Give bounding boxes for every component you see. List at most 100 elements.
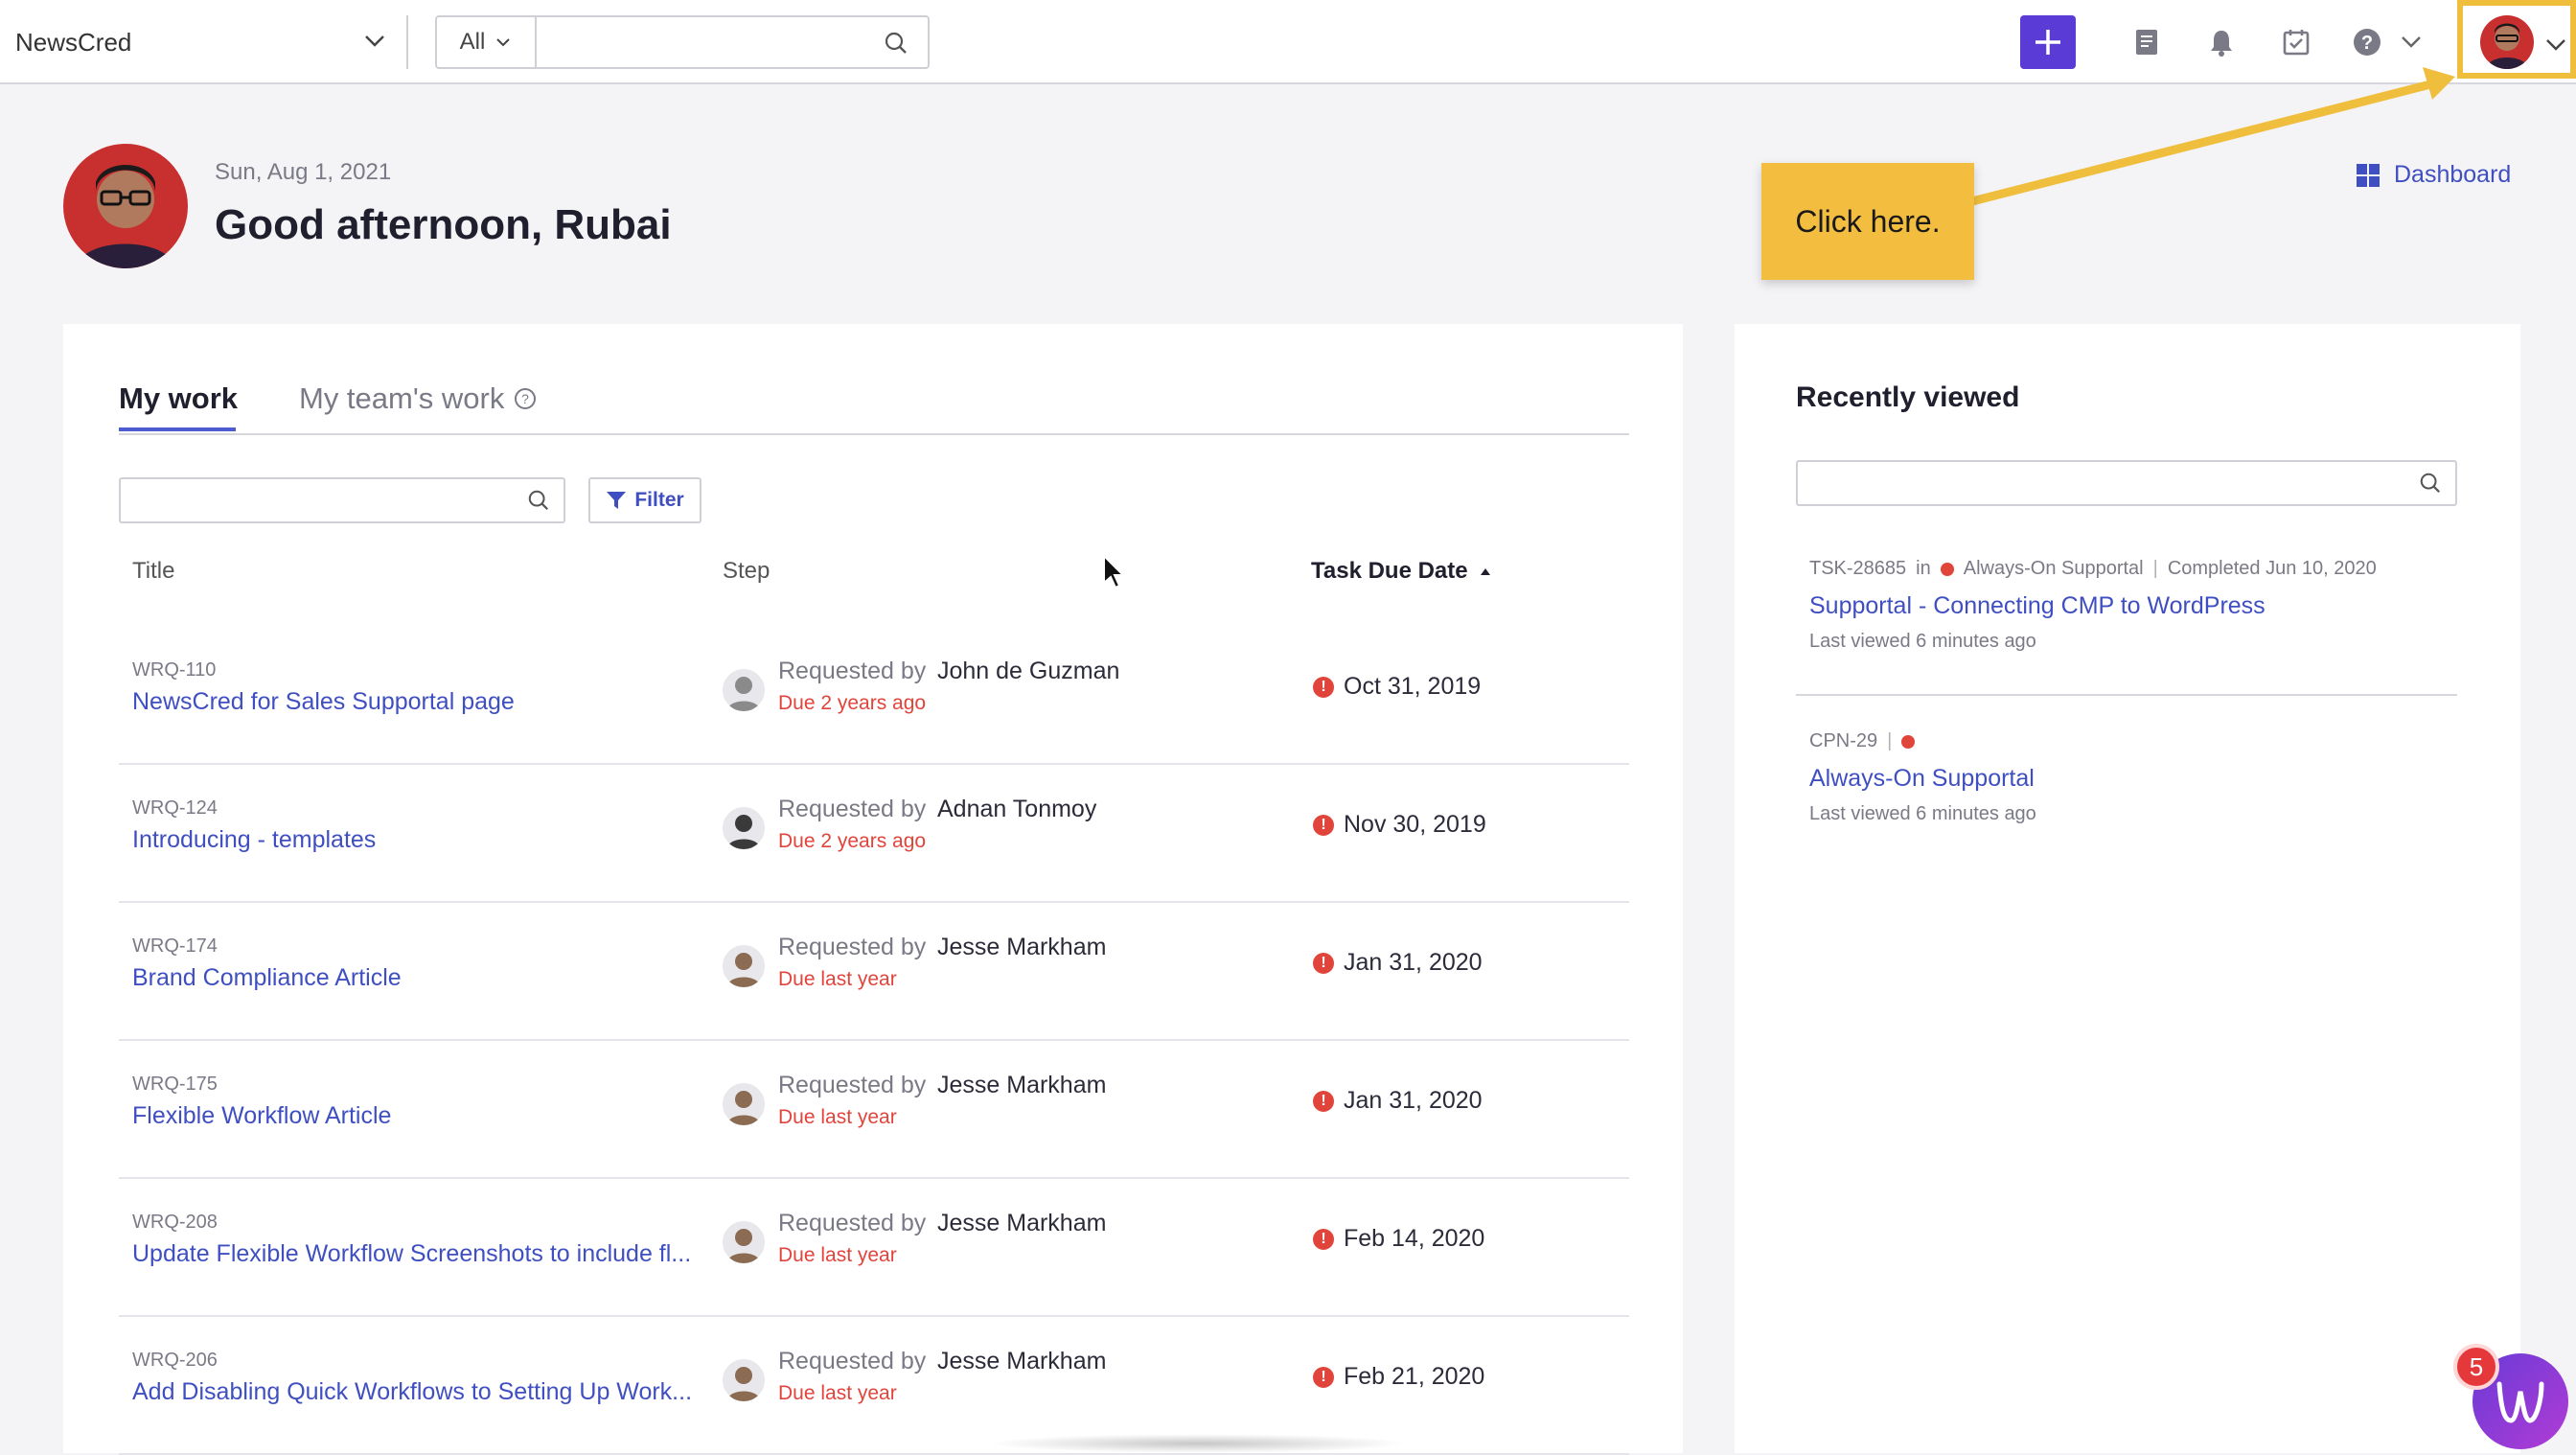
create-new-button[interactable] (2020, 15, 2076, 69)
search-scope-dropdown[interactable]: All (437, 17, 537, 67)
calendar-check-icon[interactable] (2277, 23, 2315, 61)
row-overdue-status: Due last year (778, 1106, 897, 1128)
bell-icon[interactable] (2202, 23, 2241, 61)
table-row[interactable]: WRQ-124 Introducing - templates Requested … (119, 765, 1629, 903)
column-header-title[interactable]: Title (132, 558, 174, 585)
column-header-due-date[interactable]: Task Due Date (1311, 558, 1491, 585)
chevron-down-icon (496, 38, 511, 47)
row-title-link[interactable]: Introducing - templates (132, 826, 376, 854)
tab-my-teams-work[interactable]: My team's work ? (299, 381, 537, 416)
recent-item-last-viewed: Last viewed 6 minutes ago (1809, 631, 2036, 652)
sort-ascending-icon (1480, 568, 1490, 575)
callout-text: Click here. (1795, 203, 1941, 239)
column-header-label: Task Due Date (1311, 558, 1468, 584)
divider (119, 433, 1629, 435)
avatar (723, 807, 765, 849)
current-date: Sun, Aug 1, 2021 (215, 159, 392, 185)
work-search-input[interactable] (121, 479, 516, 520)
avatar (723, 1083, 765, 1125)
recent-item-title-link[interactable]: Always-On Supportal (1809, 765, 2035, 793)
alert-icon: ! (1313, 953, 1334, 974)
row-id: WRQ-175 (132, 1074, 218, 1095)
dashboard-link[interactable]: Dashboard (2356, 161, 2511, 189)
row-due-date: Feb 14, 2020 (1344, 1225, 1485, 1252)
alert-icon: ! (1313, 1367, 1334, 1388)
divider (406, 15, 408, 69)
status-dot (1901, 734, 1916, 749)
row-requested-by-label: Requested by (778, 796, 927, 822)
notification-badge: 5 (2453, 1344, 2499, 1390)
row-requester-name: Jesse Markham (937, 1348, 1107, 1374)
user-menu-button[interactable] (2457, 0, 2576, 79)
row-requester-name: Adnan Tonmoy (937, 796, 1097, 822)
row-requested-by-label: Requested by (778, 658, 927, 684)
organization-selector[interactable]: NewsCred (15, 0, 395, 84)
recent-item-title-link[interactable]: Supportal - Connecting CMP to WordPress (1809, 592, 2266, 620)
search-icon[interactable] (2419, 472, 2442, 499)
chevron-down-icon (362, 29, 387, 58)
tab-my-work[interactable]: My work (119, 381, 238, 416)
global-search-input[interactable] (537, 17, 838, 69)
assistant-widget[interactable]: 5 (2453, 1344, 2568, 1451)
row-requested-by-label: Requested by (778, 934, 927, 960)
row-due-date: Feb 21, 2020 (1344, 1363, 1485, 1390)
svg-text:?: ? (521, 391, 529, 406)
row-title-link[interactable]: Flexible Workflow Article (132, 1102, 391, 1130)
recent-item-completed: Completed Jun 10, 2020 (2167, 558, 2377, 579)
row-title-link[interactable]: Add Disabling Quick Workflows to Setting… (132, 1378, 692, 1406)
grid-icon (2357, 163, 2380, 187)
section-title: Recently viewed (1796, 381, 2020, 413)
chevron-down-icon (2543, 33, 2568, 62)
row-title-link[interactable]: NewsCred for Sales Supportal page (132, 688, 515, 716)
help-icon[interactable]: ? (2348, 23, 2386, 61)
help-menu-chevron-icon[interactable] (2392, 23, 2430, 61)
row-title-link[interactable]: Brand Compliance Article (132, 964, 402, 992)
separator: | (2152, 558, 2158, 579)
filter-button[interactable]: Filter (588, 477, 702, 523)
plus-icon (2036, 30, 2060, 55)
row-due-date: Jan 31, 2020 (1344, 949, 1483, 976)
table-row[interactable]: WRQ-175 Flexible Workflow Article Requeste… (119, 1041, 1629, 1179)
recent-item-id: CPN-29 (1809, 730, 1878, 751)
row-id: WRQ-124 (132, 797, 218, 819)
tooltip-callout: Click here. (1761, 163, 1974, 280)
table-row[interactable]: WRQ-208 Update Flexible Workflow Screensh… (119, 1179, 1629, 1317)
row-due-date: Nov 30, 2019 (1344, 811, 1486, 838)
separator: | (1887, 730, 1893, 751)
alert-icon: ! (1313, 1229, 1334, 1250)
recent-item-meta: TSK-28685 in Always-On Supportal | Compl… (1809, 558, 2377, 580)
recent-item-in: in (1916, 558, 1931, 579)
table-row[interactable]: WRQ-174 Brand Compliance Article Requested… (119, 903, 1629, 1041)
row-overdue-status: Due last year (778, 1382, 897, 1404)
avatar (723, 1359, 765, 1401)
avatar (2480, 15, 2534, 69)
column-header-step[interactable]: Step (723, 558, 770, 585)
recent-item-project: Always-On Supportal (1963, 558, 2144, 579)
row-id: WRQ-110 (132, 659, 217, 681)
recent-search-input[interactable] (1798, 462, 2404, 502)
dashboard-label: Dashboard (2394, 161, 2512, 188)
svg-text:?: ? (2361, 33, 2373, 54)
page-title: Good afternoon, Rubai (215, 201, 672, 248)
my-work-panel: My work My team's work ? Filter Title St… (63, 324, 1683, 1455)
row-overdue-status: Due 2 years ago (778, 830, 927, 852)
search-icon[interactable] (527, 489, 550, 517)
top-bar: NewsCred All ? (0, 0, 2576, 84)
search-icon[interactable] (884, 31, 908, 60)
info-icon[interactable]: ? (514, 387, 537, 410)
filter-label: Filter (634, 489, 684, 511)
row-title-link[interactable]: Update Flexible Workflow Screenshots to … (132, 1240, 691, 1268)
row-overdue-status: Due 2 years ago (778, 692, 927, 714)
tab-label: My team's work (299, 381, 505, 415)
row-id: WRQ-208 (132, 1212, 218, 1233)
alert-icon: ! (1313, 1091, 1334, 1112)
mouse-cursor-icon (1103, 554, 1125, 589)
notes-icon[interactable] (2128, 23, 2166, 61)
recent-item-last-viewed: Last viewed 6 minutes ago (1809, 803, 2036, 824)
table-row[interactable]: WRQ-110 NewsCred for Sales Supportal page… (119, 627, 1629, 765)
row-requester-name: Jesse Markham (937, 934, 1107, 960)
organization-name: NewsCred (15, 27, 132, 57)
recent-item-meta: CPN-29 | (1809, 730, 1916, 752)
global-search-box: All (435, 15, 930, 69)
row-requester-name: Jesse Markham (937, 1210, 1107, 1236)
